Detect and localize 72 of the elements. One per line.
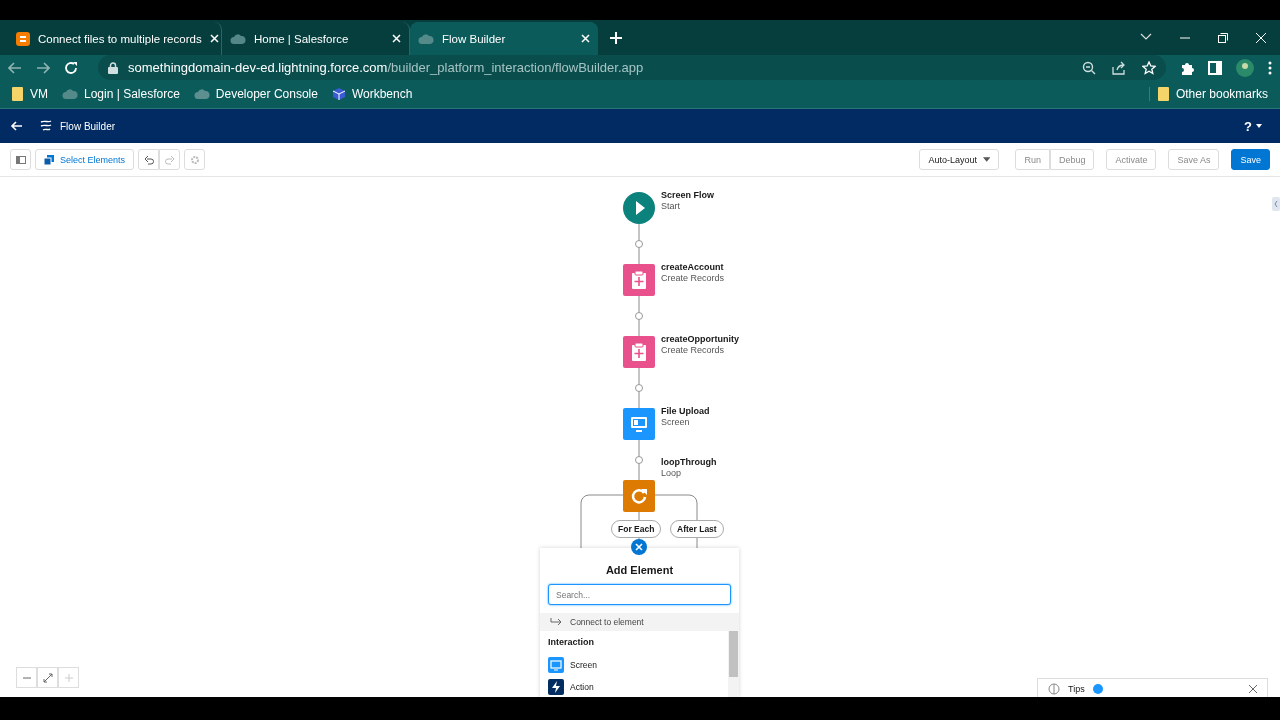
- bookmark-link[interactable]: Other bookmarks: [1175, 87, 1268, 101]
- node-type: Start: [661, 201, 681, 212]
- close-icon[interactable]: [1249, 684, 1257, 693]
- cloud-icon: [230, 32, 246, 45]
- caret-icon[interactable]: [982, 157, 991, 162]
- node-name: createOpportunity: [661, 334, 739, 345]
- node-name: createAccount: [661, 262, 725, 273]
- node-name: loopThrough: [661, 457, 717, 468]
- cube-icon: [331, 87, 346, 101]
- chevron-down-icon[interactable]: [1140, 32, 1152, 41]
- element-option[interactable]: Screen: [570, 660, 597, 670]
- bookmark-link[interactable]: Login | Salesforce: [84, 87, 180, 101]
- node-name: Screen Flow: [661, 190, 714, 201]
- branch-label: After Last: [670, 520, 724, 538]
- clipboard-plus-icon[interactable]: [623, 264, 655, 296]
- section-heading: Interaction: [548, 637, 595, 647]
- address-bar[interactable]: somethingdomain-dev-ed.lightning.force.com/builder_platform_interaction/flowBuilder.app: [98, 55, 1166, 80]
- connect-arrow-icon: [550, 617, 562, 627]
- layout-dropdown[interactable]: Auto-Layout: [919, 149, 1000, 170]
- tips-label: Tips: [1068, 683, 1085, 694]
- expand-icon[interactable]: [42, 672, 53, 683]
- scrollbar-thumb[interactable]: [729, 631, 738, 677]
- avatar-icon[interactable]: [1236, 58, 1254, 77]
- undo-button[interactable]: [138, 149, 160, 170]
- cloud-icon: [193, 88, 210, 100]
- folder-icon: [12, 87, 24, 101]
- info-badge-icon: [1092, 683, 1103, 694]
- node-name: File Upload: [661, 406, 710, 417]
- node-type: Create Records: [661, 273, 725, 284]
- more-icon[interactable]: [1268, 60, 1272, 75]
- node-type: Loop: [661, 468, 683, 479]
- element-option[interactable]: Action: [570, 682, 594, 692]
- restore-icon[interactable]: [1218, 32, 1228, 43]
- zoom-out-icon[interactable]: [1082, 60, 1096, 75]
- clipboard-plus-icon[interactable]: [623, 336, 655, 368]
- panel-icon[interactable]: [15, 154, 26, 165]
- flow-icon: [40, 120, 52, 132]
- help-button[interactable]: ?: [1244, 118, 1252, 134]
- node-type: Create Records: [661, 345, 726, 356]
- search-field[interactable]: Search...: [548, 584, 731, 605]
- panel-title: Add Element: [604, 564, 675, 576]
- bookmark-link[interactable]: VM: [30, 87, 48, 101]
- connect-option[interactable]: Connect to element: [540, 613, 739, 631]
- branch-label: For Each: [611, 520, 662, 538]
- star-icon[interactable]: [1142, 60, 1156, 75]
- collapse-handle-icon[interactable]: [1272, 197, 1280, 211]
- node-type: Screen: [661, 417, 691, 428]
- lock-icon: [108, 61, 118, 74]
- monitor-icon[interactable]: [623, 408, 655, 440]
- cloud-icon: [62, 88, 78, 100]
- folder-icon: [1157, 87, 1170, 101]
- bookmark-link[interactable]: Workbench: [351, 87, 413, 101]
- forward-arrow-icon[interactable]: [36, 61, 50, 74]
- toolbar-button[interactable]: Save: [1231, 149, 1270, 170]
- monitor-icon: [548, 657, 564, 673]
- reload-icon[interactable]: [64, 60, 78, 75]
- panel-toggle-button[interactable]: [10, 149, 31, 170]
- puzzle-icon[interactable]: [1180, 60, 1194, 75]
- browser-tab[interactable]: Flow Builder: [410, 22, 598, 55]
- side-panel-icon[interactable]: [1208, 60, 1222, 75]
- start-node-icon[interactable]: [623, 192, 655, 224]
- loop-icon[interactable]: [623, 480, 655, 512]
- undo-icon[interactable]: [143, 154, 154, 165]
- app-title: Flow Builder: [60, 120, 116, 132]
- select-elements-button[interactable]: Select Elements: [35, 149, 135, 170]
- bookmark-link[interactable]: Developer Console: [215, 87, 318, 101]
- squares-icon[interactable]: [44, 154, 54, 165]
- cloud-icon: [418, 32, 434, 45]
- caret-icon[interactable]: [1256, 124, 1262, 128]
- blog-icon: [16, 31, 30, 46]
- globe-icon: [1048, 682, 1060, 695]
- share-icon[interactable]: [1112, 60, 1126, 75]
